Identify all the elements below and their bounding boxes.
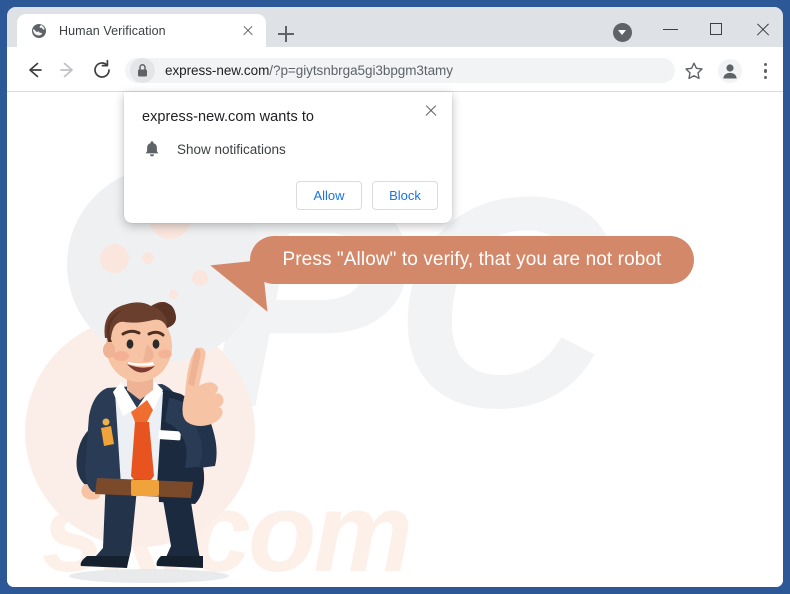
menu-dot	[763, 69, 767, 73]
user-avatar-icon[interactable]	[718, 59, 742, 83]
browser-window: Human Verification express-new.com/?p=gi…	[7, 7, 783, 587]
window-minimize-button[interactable]	[655, 18, 687, 40]
url-path: /?p=giytsnbrga5gi3bpgm3tamy	[269, 63, 453, 78]
menu-dot	[763, 63, 767, 67]
dialog-option-row: Show notifications	[142, 139, 286, 159]
speech-bubble: Press "Allow" to verify, that you are no…	[250, 236, 694, 284]
reload-icon[interactable]	[88, 56, 116, 84]
dialog-title: express-new.com wants to	[142, 109, 315, 125]
browser-toolbar: express-new.com/?p=giytsnbrga5gi3bpgm3ta…	[7, 47, 783, 92]
tab-strip: Human Verification	[7, 7, 783, 47]
allow-button[interactable]: Allow	[296, 181, 362, 210]
url-domain: express-new.com	[165, 63, 270, 78]
star-icon[interactable]	[683, 60, 705, 82]
tab-close-icon[interactable]	[238, 21, 258, 41]
three-dots-menu-icon[interactable]	[755, 59, 775, 83]
new-tab-plus-icon[interactable]	[272, 20, 300, 48]
dialog-option-label: Show notifications	[177, 141, 286, 157]
address-bar-url: express-new.com/?p=giytsnbrga5gi3bpgm3ta…	[165, 63, 453, 78]
notification-permission-dialog: express-new.com wants to Show notificati…	[124, 92, 452, 223]
dialog-close-icon[interactable]	[420, 100, 442, 122]
dialog-button-group: Allow Block	[296, 181, 438, 210]
block-button[interactable]: Block	[372, 181, 438, 210]
window-maximize-button[interactable]	[701, 18, 733, 40]
bell-icon	[142, 139, 162, 159]
menu-dot	[763, 75, 767, 79]
address-bar[interactable]: express-new.com/?p=giytsnbrga5gi3bpgm3ta…	[125, 58, 675, 83]
background-dot	[169, 290, 178, 299]
lock-icon[interactable]	[130, 58, 155, 83]
tab-title: Human Verification	[59, 23, 166, 38]
back-arrow-icon[interactable]	[20, 56, 48, 84]
speech-bubble-text: Press "Allow" to verify, that you are no…	[282, 249, 662, 270]
chevron-down-circle-icon[interactable]	[613, 23, 632, 42]
background-dot	[142, 252, 154, 264]
window-close-button[interactable]	[747, 18, 779, 40]
background-dot	[192, 270, 208, 286]
character-illustration	[35, 301, 265, 582]
forward-arrow-icon[interactable]	[54, 56, 82, 84]
tab-human-verification[interactable]: Human Verification	[17, 14, 266, 47]
background-dot	[100, 244, 129, 273]
browser-window-frame: Human Verification express-new.com/?p=gi…	[0, 0, 790, 594]
globe-icon	[31, 23, 47, 39]
